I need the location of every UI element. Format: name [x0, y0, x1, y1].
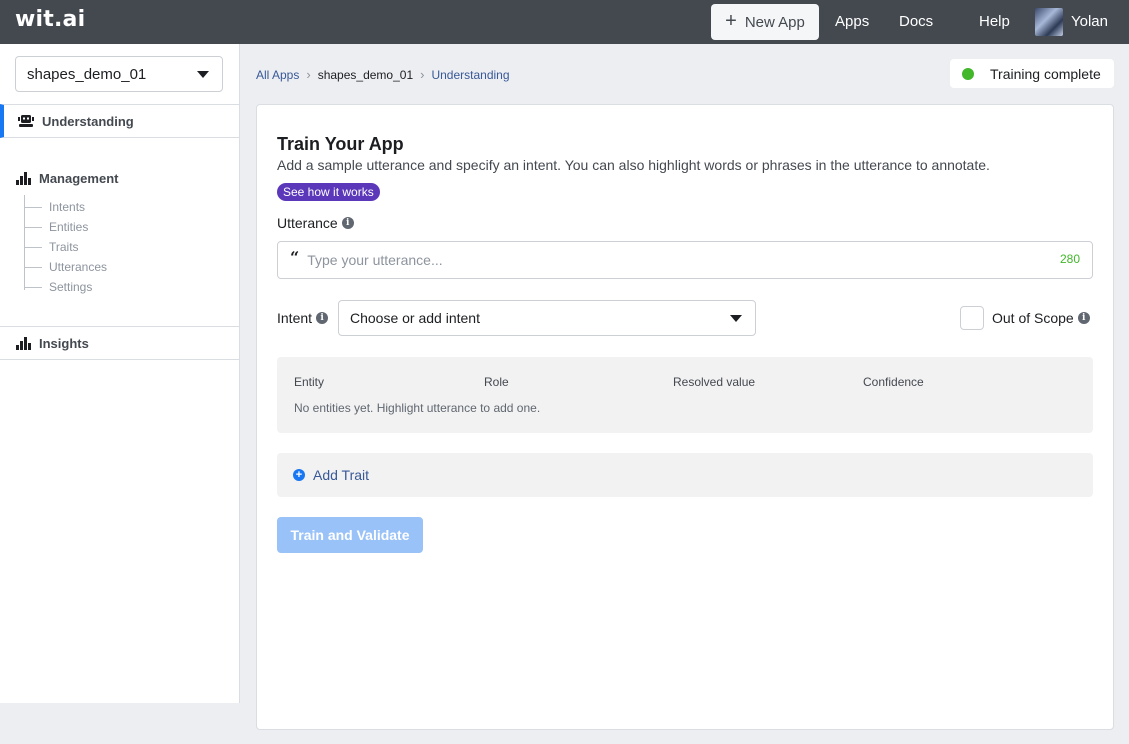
entity-empty-message: No entities yet. Highlight utterance to … [294, 401, 541, 415]
intent-label: Intent [277, 310, 313, 326]
out-of-scope-label-row: Out of Scope i [992, 310, 1090, 326]
sidebar-item-label: Understanding [42, 113, 134, 129]
sidebar-item-label: Insights [39, 335, 89, 351]
utterance-label: Utterance [277, 215, 338, 231]
intent-placeholder: Choose or add intent [350, 310, 480, 326]
column-header-confidence: Confidence [863, 375, 924, 389]
new-app-button[interactable]: + New App [711, 4, 819, 40]
quote-icon: “ [290, 247, 300, 267]
chevron-down-icon [197, 71, 209, 78]
add-trait-button[interactable]: + Add Trait [277, 453, 1093, 497]
chevron-right-icon: › [306, 67, 311, 82]
train-and-validate-button[interactable]: Train and Validate [277, 517, 423, 553]
page-description: Add a sample utterance and specify an in… [277, 157, 990, 173]
plus-icon: + [725, 10, 737, 32]
train-app-panel: Train Your App Add a sample utterance an… [256, 104, 1114, 730]
breadcrumb: All Apps › shapes_demo_01 › Understandin… [256, 67, 510, 82]
sidebar-item-understanding[interactable]: Understanding [0, 104, 239, 138]
utterance-field[interactable]: “ 280 [277, 241, 1093, 279]
wit-ai-logo[interactable]: wit.ai [15, 7, 85, 32]
nav-apps-link[interactable]: Apps [835, 13, 869, 30]
utterance-label-row: Utterance i [277, 215, 354, 231]
breadcrumb-current: Understanding [431, 67, 510, 82]
nav-help-link[interactable]: Help [979, 13, 1010, 30]
sidebar-item-insights[interactable]: Insights [0, 326, 239, 360]
user-name[interactable]: Yolan [1071, 13, 1108, 30]
chevron-down-icon [730, 315, 742, 322]
training-status-badge: Training complete [950, 59, 1114, 88]
bar-chart-icon [16, 336, 31, 350]
sidebar: shapes_demo_01 Understanding Management … [0, 44, 240, 703]
info-icon[interactable]: i [341, 217, 354, 229]
sidebar-item-management[interactable]: Management [0, 165, 239, 191]
sidebar-item-label: Management [39, 170, 119, 186]
character-counter: 280 [1059, 252, 1080, 266]
breadcrumb-all-apps[interactable]: All Apps [256, 68, 299, 82]
utterance-input[interactable] [307, 252, 1092, 268]
chevron-right-icon: › [420, 67, 425, 82]
top-navigation-bar: wit.ai + New App Apps Docs Help Yolan [0, 0, 1129, 44]
nav-docs-link[interactable]: Docs [899, 13, 933, 30]
add-circle-icon: + [293, 469, 305, 481]
intent-dropdown[interactable]: Choose or add intent [338, 300, 756, 336]
out-of-scope-label[interactable]: Out of Scope [992, 310, 1074, 326]
status-dot-icon [962, 67, 974, 80]
column-header-resolved-value: Resolved value [673, 375, 756, 389]
page-title: Train Your App [277, 134, 404, 154]
robot-icon [18, 114, 34, 128]
add-trait-label: Add Trait [313, 467, 370, 483]
training-status-text: Training complete [990, 65, 1101, 82]
bar-chart-icon [16, 171, 31, 185]
info-icon[interactable]: i [1077, 312, 1090, 324]
user-avatar[interactable] [1035, 8, 1063, 36]
see-how-it-works-link[interactable]: See how it works [277, 183, 380, 201]
entity-table: Entity Role Resolved value Confidence No… [277, 357, 1093, 433]
out-of-scope-checkbox[interactable] [960, 306, 984, 330]
column-header-role: Role [484, 375, 509, 389]
sidebar-item-traits[interactable]: Traits [25, 235, 107, 255]
sidebar-item-intents[interactable]: Intents [25, 195, 107, 215]
sidebar-item-settings[interactable]: Settings [25, 275, 107, 295]
sidebar-item-utterances[interactable]: Utterances [25, 255, 107, 275]
info-icon[interactable]: i [316, 312, 329, 324]
sidebar-item-entities[interactable]: Entities [25, 215, 107, 235]
column-header-entity: Entity [294, 375, 325, 389]
intent-label-row: Intent i [277, 310, 329, 326]
app-selector-dropdown[interactable]: shapes_demo_01 [15, 56, 223, 92]
new-app-label: New App [744, 13, 805, 31]
breadcrumb-app[interactable]: shapes_demo_01 [318, 68, 413, 82]
management-subnav: Intents Entities Traits Utterances Setti… [24, 195, 107, 294]
app-selector-value: shapes_demo_01 [27, 65, 147, 83]
